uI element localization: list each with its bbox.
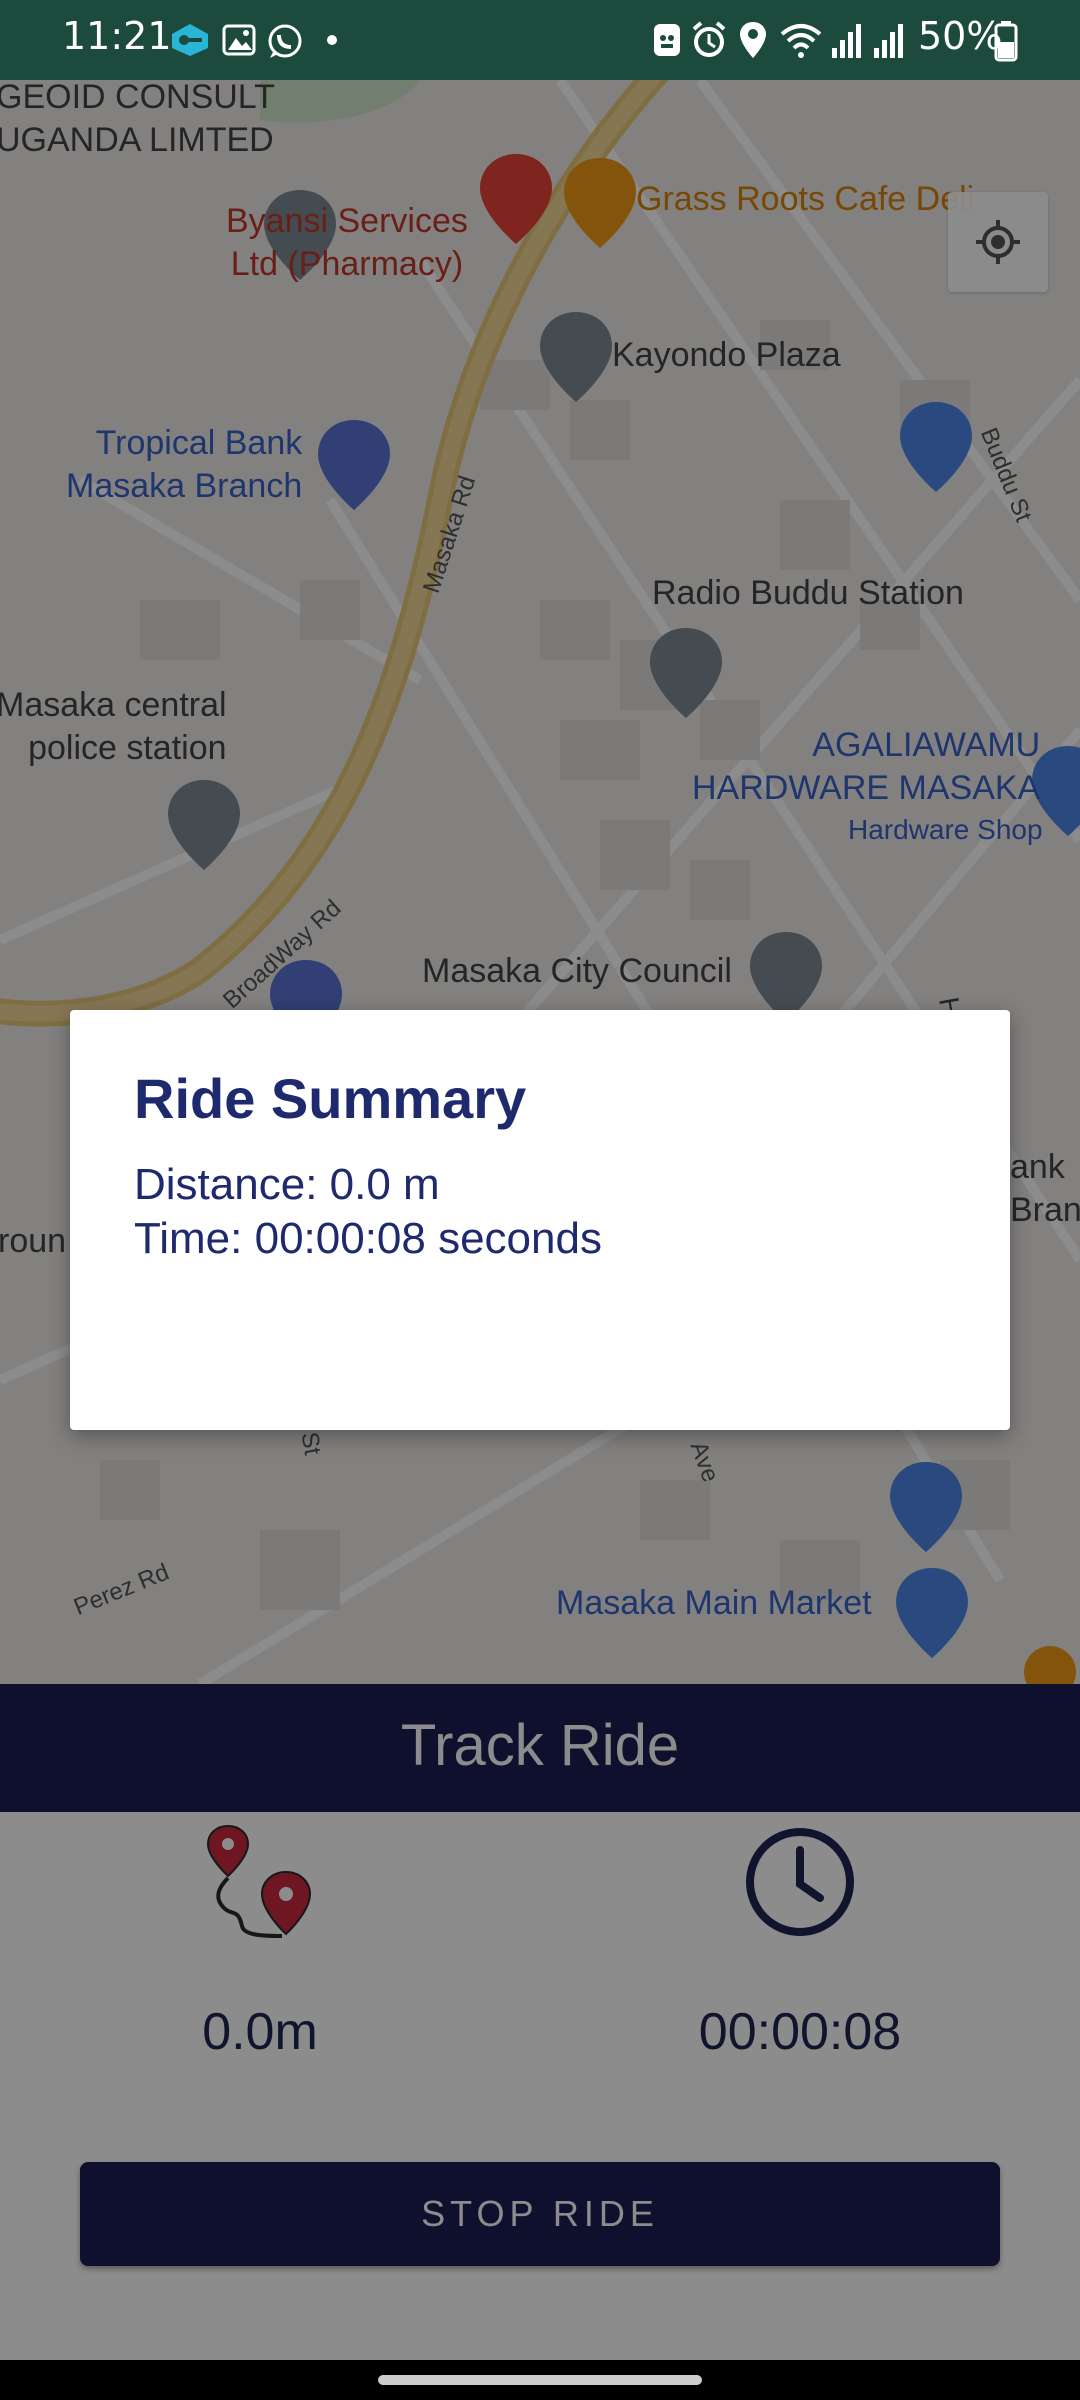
dialog-title: Ride Summary	[134, 1067, 527, 1130]
dialog-time: Time: 00:00:08 seconds	[134, 1214, 602, 1263]
signal-icon	[874, 24, 903, 58]
dot-icon	[327, 35, 337, 45]
wifi-icon	[780, 24, 822, 58]
signal-icon	[832, 24, 861, 58]
home-gesture-handle[interactable]	[378, 2375, 702, 2385]
gallery-icon	[222, 24, 256, 56]
vpn-key-icon	[172, 24, 208, 56]
battery-percentage: 50%	[918, 14, 1003, 58]
battery-icon	[994, 21, 1018, 62]
dialog-distance: Distance: 0.0 m	[134, 1160, 440, 1209]
status-bar: 11:21 50%	[0, 0, 1080, 80]
navigation-bar	[0, 2360, 1080, 2400]
status-time: 11:21	[62, 14, 172, 58]
ride-summary-dialog: Ride Summary Distance: 0.0 m Time: 00:00…	[70, 1010, 1010, 1430]
app-icon	[654, 24, 680, 56]
location-icon	[740, 22, 766, 58]
alarm-icon	[692, 21, 726, 57]
whatsapp-icon	[268, 24, 302, 58]
